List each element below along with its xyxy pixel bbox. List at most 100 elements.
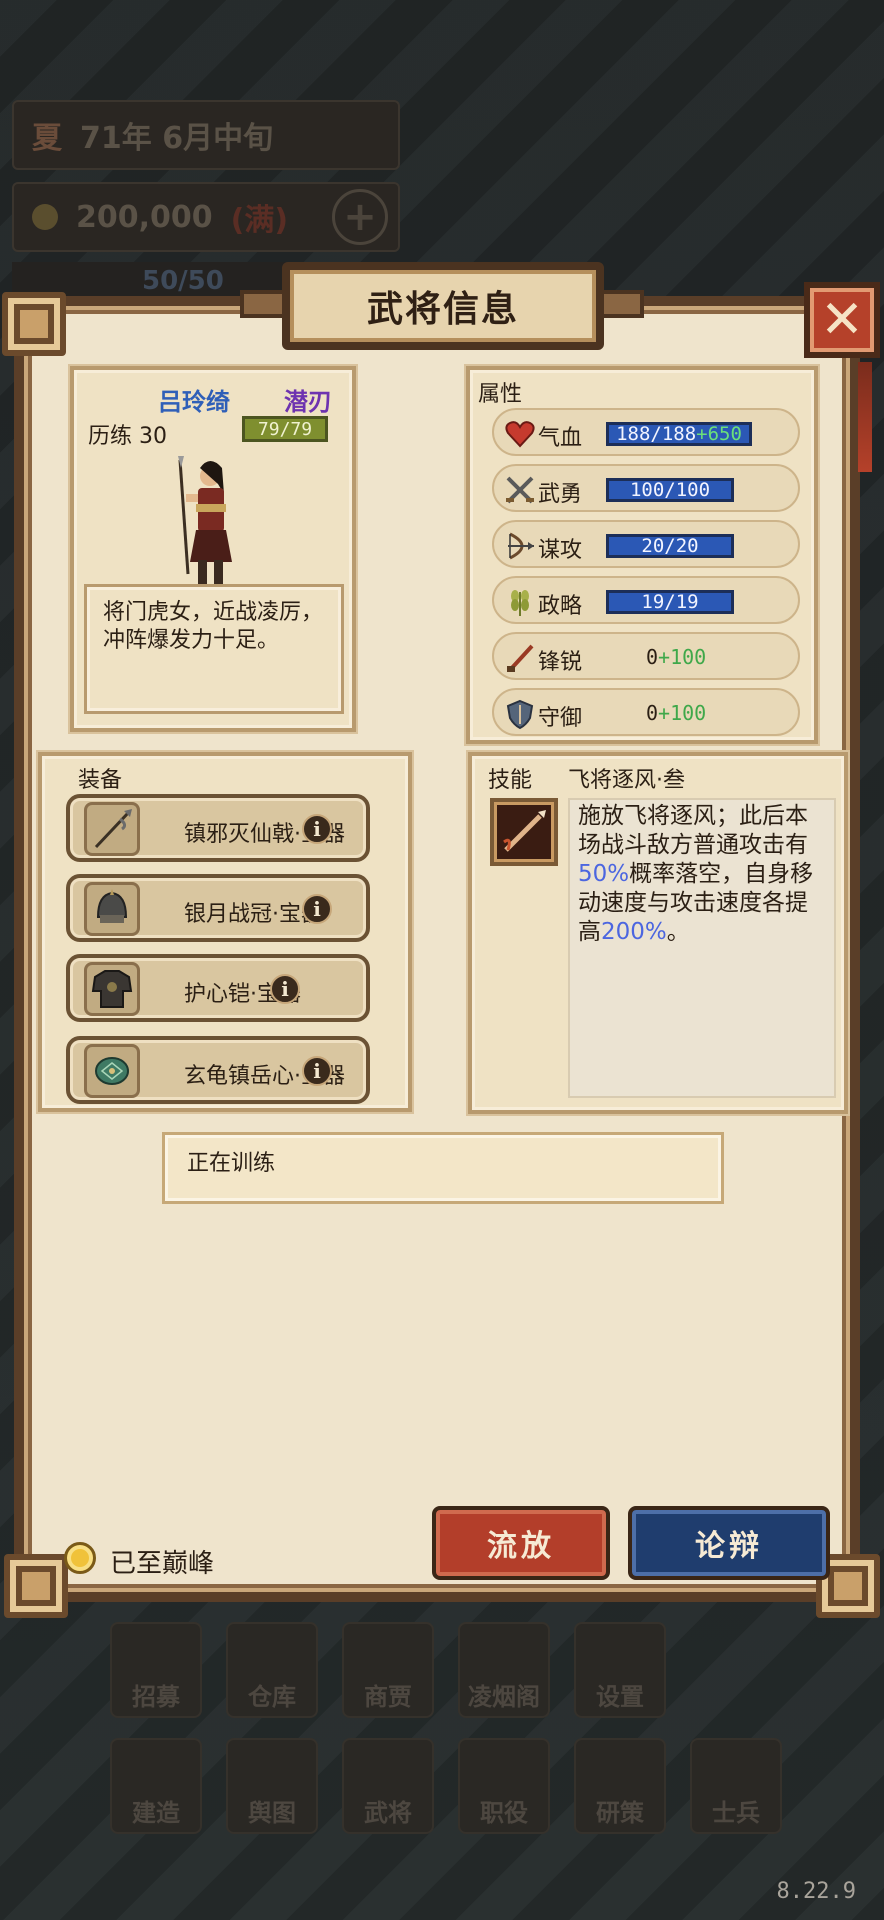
attribute-panel: 属性 气血 188/188 +650 武勇 100/100 谋攻 20/20 政…	[466, 366, 818, 744]
bg-menu-item: 研策	[574, 1738, 666, 1834]
equipment-slot-weapon[interactable]: 镇邪灭仙戟·宝器 i	[66, 794, 370, 862]
attribute-bar-politics: 19/19	[606, 590, 734, 614]
bg-menu-item: 凌烟阁	[458, 1622, 550, 1718]
bg-date: 71年 6月中旬	[80, 121, 274, 156]
bg-menu-item: 武将	[342, 1738, 434, 1834]
halberd-icon	[94, 809, 132, 849]
attribute-name: 政略	[538, 594, 583, 619]
attribute-value: 20/20	[641, 535, 699, 557]
hero-experience-label: 历练 30	[88, 424, 167, 449]
attribute-name: 武勇	[538, 482, 583, 507]
attribute-bar-strategy: 20/20	[606, 534, 734, 558]
skill-icon-frame[interactable]	[490, 798, 558, 866]
hero-portrait[interactable]	[166, 454, 252, 590]
bg-menu-item: 职役	[458, 1738, 550, 1834]
hero-experience-value: 79/79	[257, 418, 313, 440]
attribute-bar-valor: 100/100	[606, 478, 734, 502]
dialog-title: 武将信息	[282, 262, 604, 350]
attribute-row-hp: 气血 188/188 +650	[492, 408, 800, 456]
equipment-icon-frame	[84, 882, 140, 936]
equipment-icon-frame	[84, 962, 140, 1016]
turtle-gem-icon	[95, 1057, 129, 1085]
attribute-value: 0+100	[646, 701, 707, 725]
info-icon[interactable]: i	[302, 1056, 332, 1086]
bg-money-tag: (满)	[230, 203, 289, 238]
attribute-bonus: +650	[696, 423, 742, 445]
equipment-icon-frame	[84, 802, 140, 856]
attribute-row-sharpness: 锋锐 0+100	[492, 632, 800, 680]
wheat-icon	[511, 590, 529, 616]
crossed-swords-icon	[506, 476, 534, 504]
attribute-value: 19/19	[641, 591, 699, 613]
close-button[interactable]: ✕	[804, 282, 880, 358]
hero-status: 正在训练	[162, 1132, 724, 1204]
corner-ornament	[2, 292, 66, 356]
corner-ornament	[4, 1554, 68, 1618]
info-icon[interactable]: i	[270, 974, 300, 1004]
heart-icon	[505, 421, 535, 448]
bg-season: 夏	[32, 121, 62, 156]
bg-date-bar: 夏 71年 6月中旬	[12, 100, 400, 170]
exile-button[interactable]: 流放	[432, 1506, 610, 1580]
debate-button-label: 论辩	[695, 1529, 763, 1564]
tassel-ornament	[858, 362, 872, 472]
equipment-title: 装备	[78, 768, 123, 793]
info-icon[interactable]: i	[302, 894, 332, 924]
bg-menu-item: 商贾	[342, 1622, 434, 1718]
peak-status-text: 已至巅峰	[110, 1549, 215, 1579]
bg-menu-item: 招募	[110, 1622, 202, 1718]
attribute-value: 0+100	[646, 645, 707, 669]
helmet-icon	[96, 889, 128, 923]
bg-menu-item: 建造	[110, 1738, 202, 1834]
bg-money-bar: 200,000 (满) +	[12, 182, 400, 252]
skill-label: 技能	[488, 768, 533, 793]
debate-button[interactable]: 论辩	[628, 1506, 830, 1580]
attribute-row-politics: 政略 19/19	[492, 576, 800, 624]
attribute-name: 守御	[538, 706, 583, 731]
flying-spear-icon	[503, 810, 546, 852]
attribute-row-strategy: 谋攻 20/20	[492, 520, 800, 568]
armor-icon	[91, 970, 133, 1008]
info-icon[interactable]: i	[302, 814, 332, 844]
skill-miss-chance: 50%	[578, 861, 630, 887]
equipment-slot-armor[interactable]: 护心铠·宝器 i	[66, 954, 370, 1022]
bg-troops: 50/50	[142, 266, 224, 296]
attribute-row-defense: 守御 0+100	[492, 688, 800, 736]
close-icon: ✕	[820, 290, 864, 350]
attribute-value: 100/100	[629, 479, 711, 501]
bg-menu-item: 舆图	[226, 1738, 318, 1834]
hero-experience-bar: 79/79	[242, 416, 328, 442]
exile-button-label: 流放	[487, 1529, 555, 1564]
skill-name: 飞将逐风·叁	[568, 768, 685, 793]
coin-icon	[64, 1542, 96, 1574]
skill-description: 施放飞将逐风；此后本场战斗敌方普通攻击有50%概率落空，自身移动速度与攻击速度各…	[568, 798, 836, 1098]
equipment-icon-frame	[84, 1044, 140, 1098]
equipment-slot-helmet[interactable]: 银月战冠·宝器 i	[66, 874, 370, 942]
hero-trait: 潜刃	[284, 388, 332, 416]
equipment-panel: 装备 镇邪灭仙戟·宝器 i 银月战冠·宝器 i 护心铠·宝器 i 玄龟镇岳心·宝…	[38, 752, 412, 1112]
bg-add-icon: +	[332, 189, 388, 245]
skill-speed-bonus: 200%	[601, 919, 667, 945]
bg-menu-item: 士兵	[690, 1738, 782, 1834]
hero-panel: 吕玲绮 潜刃 历练 30 79/79 将门虎女，近战凌厉，冲阵爆发力十足。	[70, 366, 356, 732]
bow-icon	[508, 532, 534, 560]
shield-icon	[506, 699, 534, 730]
attribute-value: 188/188	[616, 423, 697, 445]
blade-icon	[507, 644, 534, 672]
bg-menu-item: 仓库	[226, 1622, 318, 1718]
hero-description: 将门虎女，近战凌厉，冲阵爆发力十足。	[84, 584, 344, 714]
attribute-name: 谋攻	[538, 538, 583, 563]
hero-status-text: 正在训练	[187, 1151, 276, 1176]
version-label: 8.22.9	[776, 1879, 856, 1904]
bg-money: 200,000	[76, 199, 213, 235]
attribute-title: 属性	[478, 382, 523, 407]
attribute-bar-hp: 188/188 +650	[606, 422, 752, 446]
bg-menu-item: 设置	[574, 1622, 666, 1718]
equipment-slot-treasure[interactable]: 玄龟镇岳心·宝器 i	[66, 1036, 370, 1104]
hero-name: 吕玲绮	[158, 388, 230, 416]
bg-coin-icon	[32, 204, 58, 230]
attribute-name: 锋锐	[538, 650, 583, 675]
attribute-name: 气血	[538, 426, 583, 451]
skill-panel: 技能 飞将逐风·叁 施放飞将逐风；此后本场战斗敌方普通攻击有50%概率落空，自身…	[468, 752, 848, 1114]
attribute-row-valor: 武勇 100/100	[492, 464, 800, 512]
